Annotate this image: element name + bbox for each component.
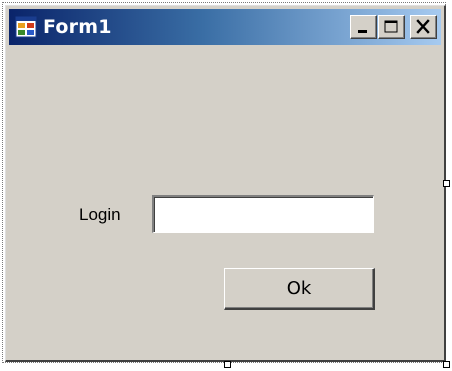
close-icon	[416, 19, 430, 34]
form-app-icon	[15, 16, 37, 38]
title-bar[interactable]: Form1	[9, 9, 441, 45]
maximize-button[interactable]	[378, 15, 405, 39]
resize-handle-right[interactable]	[443, 180, 450, 187]
close-button[interactable]	[410, 15, 437, 39]
resize-handle-corner[interactable]	[443, 361, 450, 368]
minimize-icon	[358, 30, 367, 33]
form-window: Form1 Login Ok	[5, 5, 446, 362]
login-label: Login	[79, 205, 121, 224]
minimize-button[interactable]	[350, 15, 377, 39]
login-input[interactable]	[152, 195, 374, 233]
ok-button[interactable]: Ok	[224, 268, 375, 310]
window-title: Form1	[43, 16, 112, 38]
resize-handle-bottom[interactable]	[224, 361, 231, 368]
maximize-icon	[384, 20, 398, 33]
designer-surface: Form1 Login Ok	[0, 0, 452, 371]
